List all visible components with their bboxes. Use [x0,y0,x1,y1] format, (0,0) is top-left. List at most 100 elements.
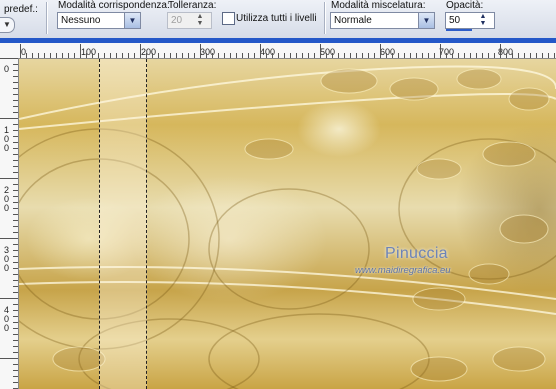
ruler-tick [158,53,159,58]
ruler-tick [13,316,18,317]
tolerance-label: Tolleranza: [168,0,217,11]
ruler-tick [13,64,18,65]
ruler-tick [116,53,117,58]
ruler-label: 100 [4,125,10,153]
ruler-tick [140,44,141,58]
ruler-tick [13,304,18,305]
ruler-tick [13,226,18,227]
ruler-tick [536,53,537,58]
ruler-tick [332,53,333,58]
ruler-tick [68,53,69,58]
ruler-tick [13,268,18,269]
ruler-tick [13,370,18,371]
ruler-tick [236,53,237,58]
ruler-tick [13,244,18,245]
ruler-label: 0 [4,64,10,74]
ruler-tick [362,53,363,58]
ruler-tick [188,53,189,58]
ruler-tick [512,53,513,58]
ruler-tick [13,202,18,203]
ruler-tick [13,184,18,185]
ruler-label: 300 [4,245,10,273]
ruler-tick [13,232,18,233]
ruler-tick [542,53,543,58]
blend-mode-select[interactable]: Normale ▼ [330,12,435,29]
opacity-value: 50 [449,15,461,26]
horizontal-ruler[interactable]: 0 100 200 300 400 500 600 700 800 [0,38,556,59]
ruler-tick [13,82,18,83]
ruler-tick [13,94,18,95]
ruler-tick [446,53,447,58]
ruler-tick [464,53,465,58]
preset-label: predef.: [4,4,38,15]
ruler-tick [260,44,261,58]
ruler-tick [170,53,171,58]
spin-arrows-icon[interactable]: ▲ ▼ [189,13,211,28]
ruler-tick [152,53,153,58]
vertical-ruler[interactable]: 0 100 200 300 400 [0,58,19,389]
ruler-tick [380,44,381,58]
ruler-tick [452,53,453,58]
ruler-tick [13,310,18,311]
ruler-tick [278,53,279,58]
ruler-tick [326,53,327,58]
ruler-tick [266,53,267,58]
ruler-tick [482,53,483,58]
tolerance-spinner[interactable]: 20 ▲ ▼ [167,12,212,29]
spin-arrows-icon[interactable]: ▲ ▼ [472,13,494,28]
ruler-tick [410,53,411,58]
ruler-tick [13,76,18,77]
ruler-tick [176,53,177,58]
ruler-tick [13,214,18,215]
ruler-tick [488,53,489,58]
ruler-tick [13,352,18,353]
ruler-tick [13,190,18,191]
ruler-tick [434,53,435,58]
ruler-tick [398,53,399,58]
ruler-tick [56,53,57,58]
ruler-tick [422,53,423,58]
ruler-tick [13,328,18,329]
ruler-tick [458,53,459,58]
ruler-tick [13,250,18,251]
ruler-tick [0,358,18,359]
sample-merged-checkbox[interactable] [222,12,235,25]
ruler-tick [290,53,291,58]
ruler-tick [13,256,18,257]
ruler-tick [13,292,18,293]
ruler-tick [0,178,18,179]
ruler-tick [374,53,375,58]
ruler-tick [524,53,525,58]
ruler-tick [13,208,18,209]
ruler-tick [13,106,18,107]
sample-merged-label: Utilizza tutti i livelli [236,13,317,24]
tolerance-value: 20 [171,15,183,26]
ruler-label: 400 [4,305,10,333]
opacity-spinner[interactable]: 50 ▲ ▼ [445,12,495,31]
ruler-tick [13,160,18,161]
image-canvas[interactable]: Pinuccia www.maidiregrafica.eu [19,59,556,389]
blend-mode-value: Normale [334,15,372,26]
ruler-tick [13,148,18,149]
ruler-tick [62,53,63,58]
ruler-tick [13,262,18,263]
ruler-tick [13,346,18,347]
ruler-tick [182,53,183,58]
selection-marquee[interactable] [99,59,147,389]
ruler-tick [350,53,351,58]
ruler-tick [80,44,81,58]
ruler-tick [212,53,213,58]
ruler-label: 100 [81,47,97,57]
ruler-tick [13,340,18,341]
chevron-down-icon[interactable]: ▼ [418,13,434,28]
ruler-tick [50,53,51,58]
ruler-tick [428,53,429,58]
ruler-tick [13,382,18,383]
ruler-tick [194,53,195,58]
chevron-down-icon[interactable]: ▼ [124,13,140,28]
ruler-tick [13,88,18,89]
ruler-tick [38,53,39,58]
ruler-tick [13,364,18,365]
preset-dropdown-button[interactable]: ▼ [0,17,15,33]
match-mode-select[interactable]: Nessuno ▼ [57,12,141,29]
